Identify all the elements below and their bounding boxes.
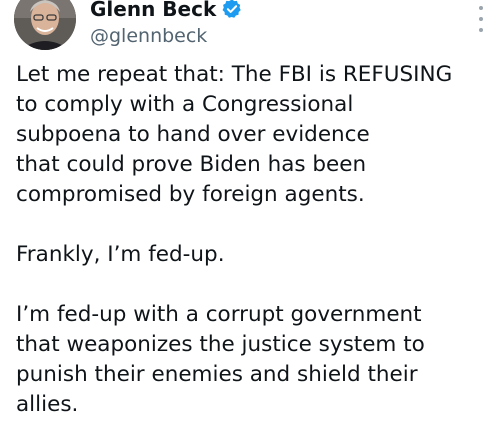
more-vertical-icon[interactable] — [476, 6, 486, 32]
author-handle[interactable]: @glennbeck — [90, 24, 207, 48]
author-display-name[interactable]: Glenn Beck — [90, 0, 216, 21]
author-name-row: Glenn Beck — [90, 0, 243, 22]
tweet-card: Glenn Beck @glennbeck Let me repeat that… — [0, 0, 500, 444]
tweet-paragraph: I’m fed-up with a corrupt government tha… — [16, 302, 425, 417]
tweet-paragraph: Let me repeat that: The FBI is REFUSING … — [16, 62, 453, 207]
avatar[interactable] — [14, 0, 76, 50]
verified-badge-icon — [221, 0, 243, 20]
avatar-image — [14, 0, 76, 50]
tweet-body: Let me repeat that: The FBI is REFUSING … — [16, 60, 494, 420]
tweet-paragraph: Frankly, I’m fed-up. — [16, 242, 225, 267]
